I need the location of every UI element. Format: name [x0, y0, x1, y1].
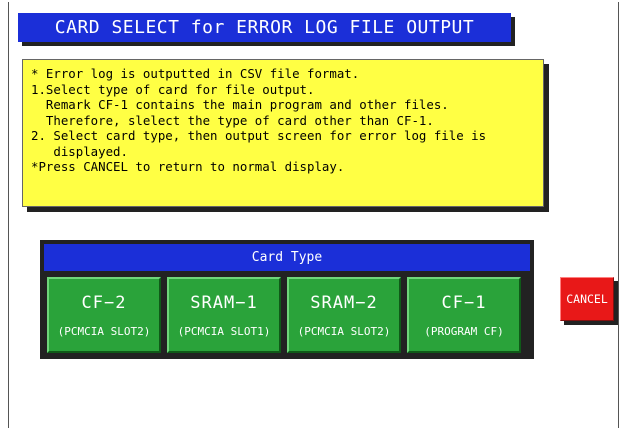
instruction-line: Therefore, slelect the type of card othe…: [31, 112, 434, 128]
card-label: SRAM−1: [190, 292, 258, 313]
cancel-button[interactable]: CANCEL: [560, 277, 614, 321]
page-title: CARD SELECT for ERROR LOG FILE OUTPUT: [18, 13, 511, 42]
instruction-line: *Press CANCEL to return to normal displa…: [31, 159, 345, 174]
card-type-header: Card Type: [44, 244, 530, 271]
card-sram2-button[interactable]: SRAM−2 (PCMCIA SLOT2): [287, 277, 401, 353]
card-sub-label: (PCMCIA SLOT2): [57, 324, 151, 338]
card-sub-label: (PCMCIA SLOT2): [297, 324, 391, 338]
card-cf1-button[interactable]: CF−1 (PROGRAM CF): [407, 277, 521, 353]
instruction-line: * Error log is outputted in CSV file for…: [31, 66, 360, 81]
instruction-line: displayed.: [31, 143, 128, 159]
card-cf2-button[interactable]: CF−2 (PCMCIA SLOT2): [47, 277, 161, 353]
card-label: CF−2: [81, 292, 127, 313]
card-label: SRAM−2: [310, 292, 378, 313]
card-sub-label: (PCMCIA SLOT1): [177, 324, 271, 338]
card-sram1-button[interactable]: SRAM−1 (PCMCIA SLOT1): [167, 277, 281, 353]
instruction-line: Remark CF-1 contains the main program an…: [31, 97, 449, 112]
instruction-line: 1.Select type of card for file output.: [31, 81, 315, 97]
instruction-line: 2. Select card type, then output screen …: [31, 128, 487, 143]
card-sub-label: (PROGRAM CF): [424, 324, 504, 338]
instructions-box: * Error log is outputted in CSV file for…: [22, 59, 544, 207]
card-label: CF−1: [441, 292, 487, 313]
